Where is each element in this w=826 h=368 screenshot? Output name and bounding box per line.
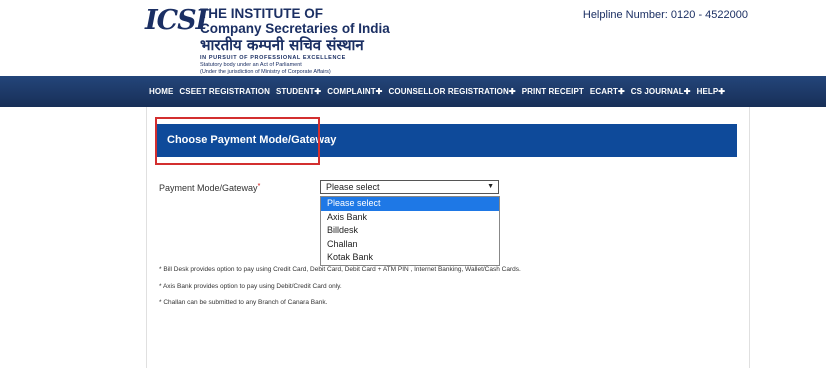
nav-help[interactable]: HELP✚ [697, 87, 726, 96]
nav-home[interactable]: HOME [149, 87, 173, 96]
brand-tagline: IN PURSUIT OF PROFESSIONAL EXCELLENCE [200, 55, 346, 61]
nav-cs-journal[interactable]: CS JOURNAL✚ [631, 87, 691, 96]
nav-items: HOME CSEET REGISTRATION STUDENT✚ COMPLAI… [149, 76, 731, 107]
helpline-label: Helpline Number: [582, 9, 668, 21]
helpline-number: 0120 - 4522000 [670, 9, 748, 21]
nav-counsellor-registration[interactable]: COUNSELLOR REGISTRATION✚ [389, 87, 516, 96]
nav-cseet-registration[interactable]: CSEET REGISTRATION [179, 87, 270, 96]
nav-student[interactable]: STUDENT✚ [276, 87, 321, 96]
site-header: ICSI THE INSTITUTE OF Company Secretarie… [0, 0, 826, 76]
note-challan: * Challan can be submitted to any Branch… [159, 299, 328, 306]
payment-mode-label-text: Payment Mode/Gateway [159, 183, 258, 193]
nav-ecart[interactable]: ECART✚ [590, 87, 625, 96]
option-challan[interactable]: Challan [321, 238, 499, 252]
option-billdesk[interactable]: Billdesk [321, 224, 499, 238]
select-value: Please select [326, 182, 380, 192]
chevron-down-icon: ▼ [487, 183, 494, 190]
nav-complaint[interactable]: COMPLAINT✚ [327, 87, 382, 96]
brand-line2: Company Secretaries of India [200, 21, 390, 36]
brand-hindi: भारतीय कम्पनी सचिव संस्थान [200, 36, 364, 54]
option-axis-bank[interactable]: Axis Bank [321, 211, 499, 225]
helpline: Helpline Number: 0120 - 4522000 [583, 9, 748, 21]
payment-mode-dropdown: Please select Axis Bank Billdesk Challan… [320, 196, 500, 266]
payment-mode-select[interactable]: Please select ▼ [320, 180, 499, 194]
brand-line1: THE INSTITUTE OF [200, 6, 323, 21]
required-mark: * [257, 183, 261, 190]
nav-print-receipt[interactable]: PRINT RECEIPT [522, 87, 584, 96]
main-nav: HOME CSEET REGISTRATION STUDENT✚ COMPLAI… [0, 76, 826, 107]
payment-mode-label: Payment Mode/Gateway* [159, 183, 260, 193]
icsi-logo[interactable]: ICSI [145, 6, 208, 36]
highlight-outline [155, 117, 320, 165]
brand-block: THE INSTITUTE OF Company Secretaries of … [200, 6, 390, 75]
option-kotak-bank[interactable]: Kotak Bank [321, 251, 499, 265]
note-axis-bank: * Axis Bank provides option to pay using… [159, 283, 342, 290]
brand-jurisdiction: (Under the jurisdiction of Ministry of C… [200, 68, 331, 75]
note-billdesk: * Bill Desk provides option to pay using… [159, 266, 521, 273]
option-please-select[interactable]: Please select [321, 197, 499, 211]
